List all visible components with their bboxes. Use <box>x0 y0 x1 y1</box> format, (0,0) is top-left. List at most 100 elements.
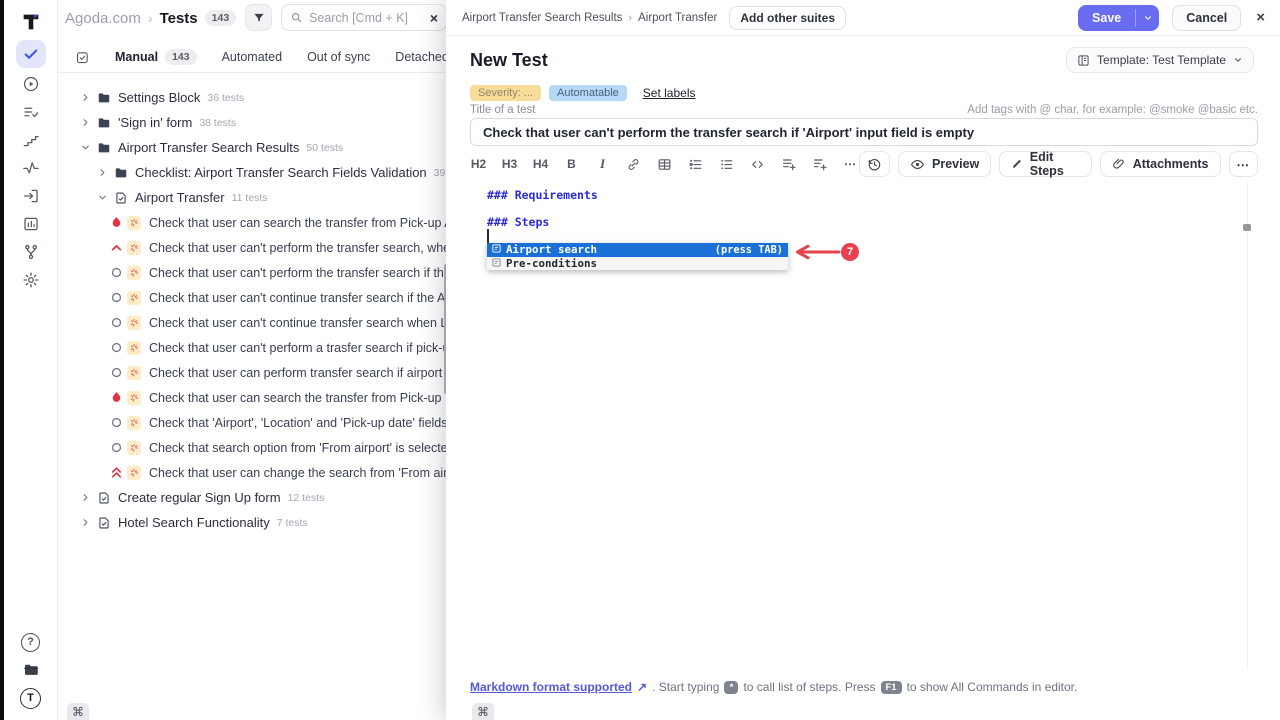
test-row[interactable]: Check that user can't continue transfer … <box>58 285 470 310</box>
add-step-list-button[interactable] <box>780 156 797 172</box>
test-row[interactable]: Check that user can't perform the transf… <box>58 235 470 260</box>
chevron-right-icon[interactable] <box>96 167 108 178</box>
clear-search-icon[interactable]: × <box>430 10 438 26</box>
manual-test-icon <box>127 391 141 405</box>
title-input[interactable] <box>471 119 1257 145</box>
snippet-icon <box>492 243 501 256</box>
ordered-list-button[interactable] <box>687 157 704 172</box>
add-snippet-list-button[interactable] <box>811 156 828 172</box>
sidebar-item-runs[interactable] <box>15 70 47 98</box>
tab-out-of-sync[interactable]: Out of sync <box>307 50 370 64</box>
italic-button[interactable]: I <box>594 156 611 172</box>
panel-breadcrumb-current[interactable]: Airport Transfer <box>638 12 717 24</box>
more-actions-button[interactable]: ⋯ <box>1229 151 1259 177</box>
test-label: Check that user can't perform a trasfer … <box>149 341 470 355</box>
tree-suite-row[interactable]: Create regular Sign Up form 12 tests <box>58 485 470 510</box>
breadcrumb: Agoda.com › Tests 143 <box>65 0 236 36</box>
severity-badge[interactable]: Severity: ... <box>470 85 541 101</box>
markdown-editor[interactable]: ### Requirements ### Steps Airport searc… <box>470 182 1250 684</box>
chevron-down-icon[interactable] <box>79 142 91 153</box>
sidebar-item-analytics[interactable] <box>15 154 47 182</box>
autocomplete-label: Pre-conditions <box>506 257 597 270</box>
test-row[interactable]: Check that user can search the transfer … <box>58 385 470 410</box>
bullet-list-button[interactable] <box>718 157 735 172</box>
attachments-button[interactable]: Attachments <box>1100 151 1221 177</box>
cancel-button[interactable]: Cancel <box>1172 5 1241 31</box>
sidebar-item-import[interactable] <box>15 182 47 210</box>
chevron-right-icon[interactable] <box>79 117 91 128</box>
sidebar-item-brand[interactable]: T <box>15 684 47 712</box>
brand-circle-icon: T <box>20 688 41 709</box>
close-icon[interactable]: × <box>1256 9 1265 26</box>
history-button[interactable] <box>859 151 890 177</box>
list-plus-icon <box>781 156 797 172</box>
folder-icon <box>96 91 111 105</box>
manual-test-icon <box>127 441 141 455</box>
filter-button[interactable] <box>245 4 272 31</box>
editor-scrollbar[interactable] <box>1243 224 1251 231</box>
chevron-right-icon[interactable] <box>79 92 91 103</box>
tab-automated[interactable]: Automated <box>222 50 282 64</box>
table-button[interactable] <box>656 157 673 172</box>
save-button[interactable]: Save <box>1078 5 1135 31</box>
panel-breadcrumb-parent[interactable]: Airport Transfer Search Results <box>462 12 622 24</box>
tab-manual[interactable]: Manual 143 <box>115 49 197 65</box>
sidebar-item-docs[interactable] <box>15 656 47 684</box>
tree-suite-row[interactable]: 'Sign in' form 38 tests <box>58 110 470 135</box>
manual-test-icon <box>127 266 141 280</box>
markdown-help-link[interactable]: Markdown format supported <box>470 680 632 694</box>
sidebar-item-branches[interactable] <box>15 238 47 266</box>
set-labels-link[interactable]: Set labels <box>643 86 696 100</box>
preview-button[interactable]: Preview <box>898 151 991 177</box>
sidebar-item-help[interactable]: ? <box>15 628 47 656</box>
chevron-right-icon[interactable] <box>79 517 91 528</box>
test-row[interactable]: Check that user can perform transfer sea… <box>58 360 470 385</box>
chevron-right-icon[interactable] <box>79 492 91 503</box>
select-all-icon[interactable] <box>75 50 90 65</box>
brand-logo-icon[interactable] <box>20 0 42 38</box>
format-buttons: H2 H3 H4 B I ⋯ <box>470 156 859 172</box>
more-formats-button[interactable]: ⋯ <box>842 157 859 171</box>
test-row[interactable]: Check that search option from 'From airp… <box>58 435 470 460</box>
template-dropdown[interactable]: Template: Test Template <box>1066 47 1254 73</box>
autocomplete-item-selected[interactable]: Airport search (press TAB) <box>487 243 788 257</box>
tree-suite-row[interactable]: Hotel Search Functionality 7 tests <box>58 510 470 535</box>
autocomplete-item[interactable]: Pre-conditions <box>487 257 788 271</box>
page-title: New Test <box>470 50 548 71</box>
test-row[interactable]: Check that 'Airport', 'Location' and 'Pi… <box>58 410 470 435</box>
test-row[interactable]: Check that user can search the transfer … <box>58 210 470 235</box>
sidebar-item-settings[interactable] <box>15 266 47 294</box>
tree-suite-row[interactable]: Airport Transfer 11 tests <box>58 185 470 210</box>
sidebar-item-plans[interactable] <box>15 98 47 126</box>
edit-steps-button[interactable]: Edit Steps <box>999 151 1092 177</box>
tree-suite-row[interactable]: Airport Transfer Search Results 50 tests <box>58 135 470 160</box>
test-row[interactable]: Check that user can't continue transfer … <box>58 310 470 335</box>
autocomplete-hint: (press TAB) <box>715 244 783 256</box>
test-row[interactable]: Check that user can't perform the transf… <box>58 260 470 285</box>
test-row[interactable]: Check that user can change the search fr… <box>58 460 470 485</box>
link-button[interactable] <box>625 157 642 172</box>
automatable-badge[interactable]: Automatable <box>549 85 627 101</box>
sidebar-item-milestones[interactable] <box>15 126 47 154</box>
heading2-button[interactable]: H2 <box>470 157 487 171</box>
breadcrumb-project[interactable]: Agoda.com <box>65 10 141 27</box>
field-label-row: Title of a test Add tags with @ char, fo… <box>470 104 1258 116</box>
tree-suite-row[interactable]: Checklist: Airport Transfer Search Field… <box>58 160 470 185</box>
add-other-suites-button[interactable]: Add other suites <box>729 6 846 30</box>
code-button[interactable] <box>749 157 766 172</box>
heading3-button[interactable]: H3 <box>501 157 518 171</box>
test-row[interactable]: Check that user can't perform a trasfer … <box>58 335 470 360</box>
sidebar-item-reports[interactable] <box>15 210 47 238</box>
tab-detached[interactable]: Detached <box>395 50 449 64</box>
sidebar-item-tests[interactable] <box>16 40 46 68</box>
search-input[interactable] <box>309 11 424 25</box>
manual-test-icon <box>127 366 141 380</box>
tree-suite-row[interactable]: Settings Block 36 tests <box>58 85 470 110</box>
document-check-icon <box>96 516 111 530</box>
save-options-button[interactable] <box>1136 5 1159 31</box>
list-plus-alt-icon <box>812 156 828 172</box>
bold-button[interactable]: B <box>563 157 580 171</box>
severity-blocker-icon <box>109 391 123 404</box>
heading4-button[interactable]: H4 <box>532 157 549 171</box>
chevron-down-icon[interactable] <box>96 192 108 203</box>
